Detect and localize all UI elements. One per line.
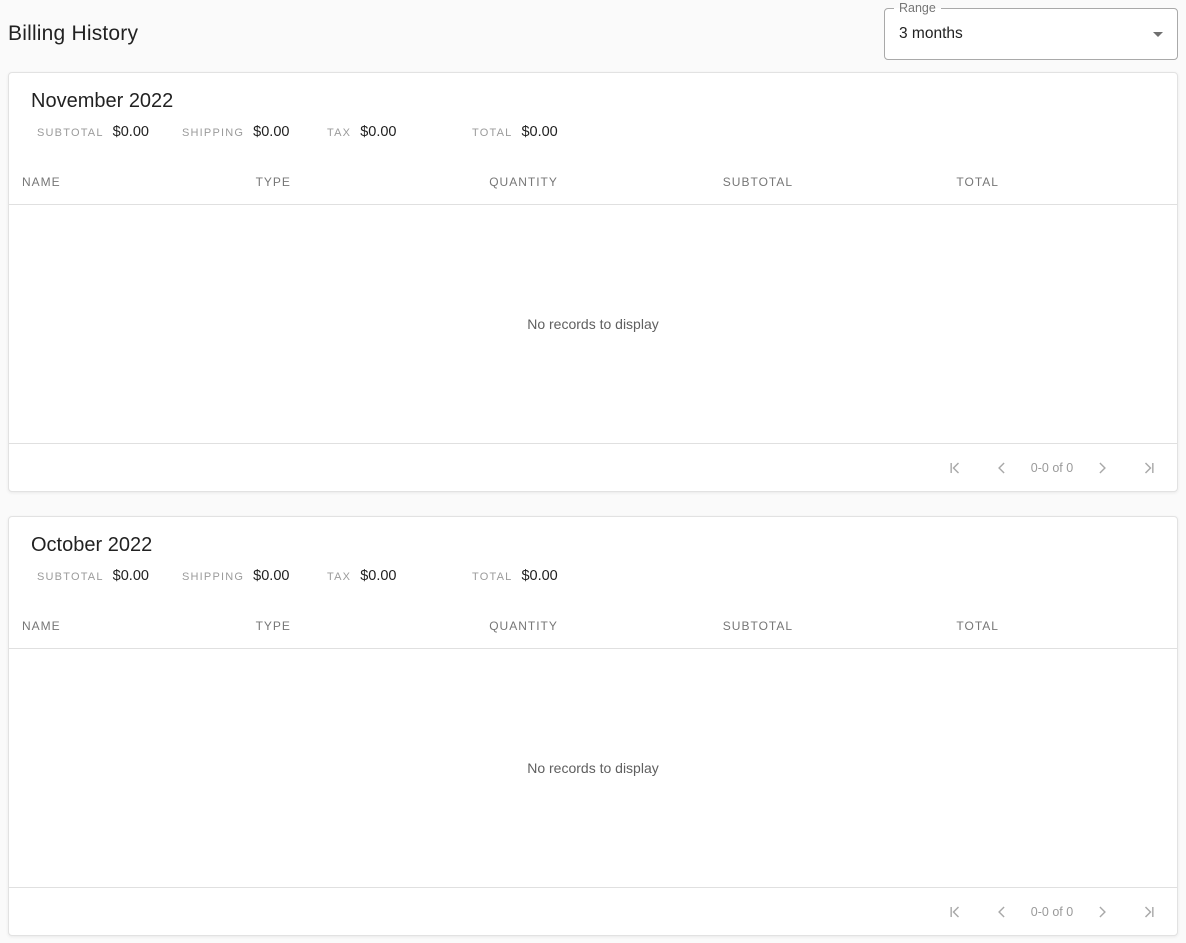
pagination-bar: 0-0 of 0	[9, 887, 1177, 935]
table-header-row: NAME TYPE QUANTITY SUBTOTAL TOTAL	[9, 604, 1177, 649]
column-header-total[interactable]: TOTAL	[943, 175, 1177, 189]
pagination-status: 0-0 of 0	[1029, 461, 1075, 475]
card-title: October 2022	[31, 531, 1155, 559]
stat-value: $0.00	[253, 567, 289, 585]
stat-label: TOTAL	[472, 568, 512, 586]
card-header: October 2022 SUBTOTAL $0.00 SHIPPING $0.…	[9, 517, 1177, 586]
table-body: No records to display	[9, 649, 1177, 887]
stat-value: $0.00	[360, 567, 396, 585]
next-page-button[interactable]	[1082, 448, 1122, 488]
stat-subtotal: SUBTOTAL $0.00	[37, 567, 182, 586]
stat-value: $0.00	[521, 567, 557, 585]
stat-label: SUBTOTAL	[37, 568, 104, 586]
first-page-icon	[946, 902, 966, 922]
table-header-row: NAME TYPE QUANTITY SUBTOTAL TOTAL	[9, 160, 1177, 205]
last-page-button[interactable]	[1128, 892, 1168, 932]
first-page-button[interactable]	[936, 448, 976, 488]
billing-month-card-october: October 2022 SUBTOTAL $0.00 SHIPPING $0.…	[8, 516, 1178, 936]
previous-page-button[interactable]	[982, 448, 1022, 488]
first-page-icon	[946, 458, 966, 478]
billing-month-card-november: November 2022 SUBTOTAL $0.00 SHIPPING $0…	[8, 72, 1178, 492]
stat-shipping: SHIPPING $0.00	[182, 567, 327, 586]
stat-total: TOTAL $0.00	[472, 567, 617, 586]
range-select-value: 3 months	[899, 25, 963, 43]
stat-value: $0.00	[253, 123, 289, 141]
stats-row: SUBTOTAL $0.00 SHIPPING $0.00 TAX $0.00 …	[31, 567, 1155, 586]
top-bar: Billing History Range 3 months	[8, 8, 1178, 64]
empty-state-text: No records to display	[527, 760, 659, 776]
empty-state-text: No records to display	[527, 316, 659, 332]
stat-label: SHIPPING	[182, 568, 244, 586]
column-header-quantity[interactable]: QUANTITY	[476, 619, 710, 633]
card-title: November 2022	[31, 87, 1155, 115]
stat-label: TAX	[327, 568, 351, 586]
arrow-drop-down-icon	[1146, 22, 1170, 46]
column-header-name[interactable]: NAME	[9, 175, 243, 189]
pagination-bar: 0-0 of 0	[9, 443, 1177, 491]
stat-value: $0.00	[113, 123, 149, 141]
stat-value: $0.00	[360, 123, 396, 141]
stat-label: TAX	[327, 124, 351, 142]
chevron-right-icon	[1092, 902, 1112, 922]
column-header-type[interactable]: TYPE	[243, 175, 477, 189]
column-header-subtotal[interactable]: SUBTOTAL	[710, 175, 944, 189]
stat-tax: TAX $0.00	[327, 123, 472, 142]
column-header-type[interactable]: TYPE	[243, 619, 477, 633]
first-page-button[interactable]	[936, 892, 976, 932]
previous-page-button[interactable]	[982, 892, 1022, 932]
last-page-icon	[1138, 458, 1158, 478]
range-select[interactable]: Range 3 months	[884, 8, 1178, 60]
stat-tax: TAX $0.00	[327, 567, 472, 586]
column-header-total[interactable]: TOTAL	[943, 619, 1177, 633]
pagination-status: 0-0 of 0	[1029, 905, 1075, 919]
stat-label: SUBTOTAL	[37, 124, 104, 142]
column-header-quantity[interactable]: QUANTITY	[476, 175, 710, 189]
range-select-label: Range	[894, 0, 941, 16]
stat-subtotal: SUBTOTAL $0.00	[37, 123, 182, 142]
stat-value: $0.00	[113, 567, 149, 585]
stat-value: $0.00	[521, 123, 557, 141]
column-header-name[interactable]: NAME	[9, 619, 243, 633]
stats-row: SUBTOTAL $0.00 SHIPPING $0.00 TAX $0.00 …	[31, 123, 1155, 142]
last-page-icon	[1138, 902, 1158, 922]
column-header-subtotal[interactable]: SUBTOTAL	[710, 619, 944, 633]
last-page-button[interactable]	[1128, 448, 1168, 488]
stat-label: TOTAL	[472, 124, 512, 142]
stat-label: SHIPPING	[182, 124, 244, 142]
stat-total: TOTAL $0.00	[472, 123, 617, 142]
next-page-button[interactable]	[1082, 892, 1122, 932]
chevron-right-icon	[1092, 458, 1112, 478]
chevron-left-icon	[992, 902, 1012, 922]
card-header: November 2022 SUBTOTAL $0.00 SHIPPING $0…	[9, 73, 1177, 142]
table-body: No records to display	[9, 205, 1177, 443]
chevron-left-icon	[992, 458, 1012, 478]
stat-shipping: SHIPPING $0.00	[182, 123, 327, 142]
